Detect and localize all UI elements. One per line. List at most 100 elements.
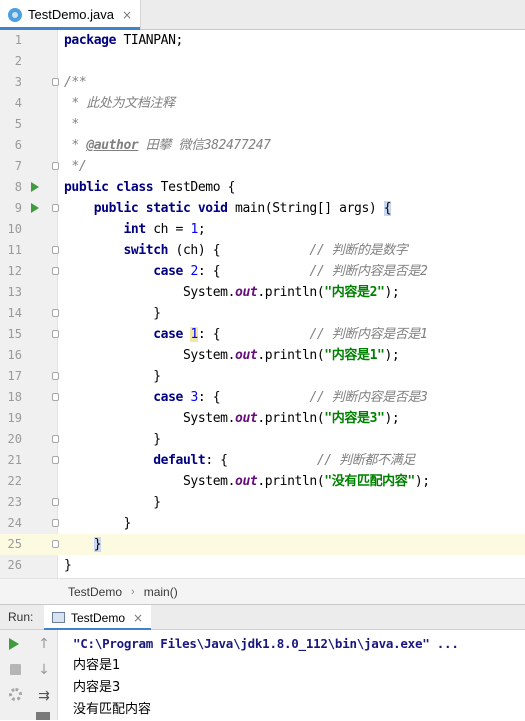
close-icon[interactable]: × (133, 611, 143, 625)
code-text: } (93, 537, 102, 552)
code-text: package TIANPAN; (64, 33, 183, 48)
line-number: 22 (7, 474, 22, 488)
rerun-icon[interactable] (9, 638, 19, 650)
breadcrumb-separator: › (131, 585, 135, 598)
line-number: 9 (14, 201, 22, 215)
code-text: System.out.println("没有匹配内容"); (64, 474, 430, 489)
breadcrumb-class[interactable]: TestDemo (68, 585, 122, 599)
code-text: } (64, 495, 161, 510)
line-number: 6 (14, 138, 22, 152)
console-line: 内容是3 (73, 680, 121, 695)
code-line[interactable]: 3 /** (0, 72, 525, 93)
line-number: 15 (7, 327, 22, 341)
soft-wrap-icon[interactable]: ⇉ (36, 688, 52, 704)
code-text: } (64, 306, 161, 321)
line-number: 19 (7, 411, 22, 425)
code-comment: // 判断都不满足 (316, 453, 415, 468)
code-line[interactable]: 15 case 1: { // 判断内容是否是1 (0, 324, 525, 345)
code-text: * 此处为文档注释 (64, 96, 175, 111)
line-number: 18 (7, 390, 22, 404)
code-line[interactable]: 23 } (0, 492, 525, 513)
console-line: 没有匹配内容 (73, 702, 152, 717)
line-number: 8 (14, 180, 22, 194)
code-text: System.out.println("内容是3"); (64, 411, 400, 426)
fold-icon[interactable] (52, 498, 59, 506)
fold-icon[interactable] (52, 519, 59, 527)
fold-icon[interactable] (52, 162, 59, 170)
code-line[interactable]: 24 } (0, 513, 525, 534)
code-comment: // 判断内容是否是2 (309, 264, 428, 279)
code-comment: // 判断内容是否是1 (309, 327, 428, 342)
code-line[interactable]: 22 System.out.println("没有匹配内容"); (0, 471, 525, 492)
code-text: case 2: { // 判断内容是否是2 (153, 264, 428, 279)
fold-icon[interactable] (52, 456, 59, 464)
code-line[interactable]: 19 System.out.println("内容是3"); (0, 408, 525, 429)
run-config-icon (52, 612, 65, 623)
code-comment: // 判断的是数字 (309, 243, 408, 258)
breadcrumb-method[interactable]: main() (144, 585, 178, 599)
close-icon[interactable]: × (122, 8, 132, 22)
scroll-down-icon[interactable]: ↓ (36, 662, 52, 678)
fold-icon[interactable] (52, 393, 59, 401)
line-number: 14 (7, 306, 22, 320)
line-number: 16 (7, 348, 22, 362)
code-text: } (64, 516, 131, 531)
code-line[interactable]: 20 } (0, 429, 525, 450)
run-tab-testdemo[interactable]: TestDemo × (44, 605, 152, 631)
run-panel-header: Run: TestDemo × (0, 604, 525, 631)
code-line[interactable]: 9 public static void main(String[] args)… (0, 198, 525, 219)
run-toolbar: ↑ ↓ ⇉ (0, 630, 58, 720)
code-line[interactable]: 5 * (0, 114, 525, 135)
code-text: } (64, 558, 72, 573)
code-line[interactable]: 17 } (0, 366, 525, 387)
editor-tab-bar: TestDemo.java × (0, 0, 525, 30)
javadoc-author-text: 田攀 微信382477247 (138, 138, 271, 153)
code-line[interactable]: 16 System.out.println("内容是1"); (0, 345, 525, 366)
fold-icon[interactable] (52, 540, 59, 548)
fold-icon[interactable] (52, 309, 59, 317)
code-line[interactable]: 14 } (0, 303, 525, 324)
code-line[interactable]: 1 package TIANPAN; (0, 30, 525, 51)
line-number: 3 (14, 75, 22, 89)
run-arrow-icon[interactable] (31, 182, 39, 192)
fold-icon[interactable] (52, 435, 59, 443)
settings-icon[interactable] (9, 688, 22, 701)
file-tab-testdemo[interactable]: TestDemo.java × (0, 0, 142, 30)
code-line[interactable]: 8 public class TestDemo { (0, 177, 525, 198)
line-number: 4 (14, 96, 22, 110)
fold-icon[interactable] (52, 204, 59, 212)
fold-icon[interactable] (52, 372, 59, 380)
code-line[interactable]: 26 } (0, 555, 525, 576)
code-editor[interactable]: 1 package TIANPAN; 2 3 /** 4 * 此处为文档注释 5… (0, 30, 525, 578)
code-line[interactable]: 10 int ch = 1; (0, 219, 525, 240)
code-line[interactable]: 2 (0, 51, 525, 72)
code-line-current[interactable]: 25 } (0, 534, 525, 555)
fold-icon[interactable] (52, 78, 59, 86)
line-number: 5 (14, 117, 22, 131)
stop-icon[interactable] (10, 664, 21, 675)
run-tab-label: TestDemo (71, 610, 126, 625)
code-line[interactable]: 12 case 2: { // 判断内容是否是2 (0, 261, 525, 282)
fold-icon[interactable] (52, 330, 59, 338)
fold-icon[interactable] (52, 267, 59, 275)
code-text: int ch = 1; (123, 222, 206, 237)
code-line[interactable]: 18 case 3: { // 判断内容是否是3 (0, 387, 525, 408)
code-text: System.out.println("内容是1"); (64, 348, 400, 363)
fold-icon[interactable] (52, 246, 59, 254)
print-icon[interactable] (36, 712, 50, 720)
code-line[interactable]: 4 * 此处为文档注释 (0, 93, 525, 114)
code-text: case 3: { // 判断内容是否是3 (153, 390, 428, 405)
run-arrow-icon[interactable] (31, 203, 39, 213)
code-text: default: { // 判断都不满足 (153, 453, 415, 468)
line-number: 17 (7, 369, 22, 383)
code-line[interactable]: 11 switch (ch) { // 判断的是数字 (0, 240, 525, 261)
console-output[interactable]: "C:\Program Files\Java\jdk1.8.0_112\bin\… (58, 630, 525, 720)
code-text: * @author 田攀 微信382477247 (64, 138, 271, 153)
line-number: 23 (7, 495, 22, 509)
code-line[interactable]: 21 default: { // 判断都不满足 (0, 450, 525, 471)
code-line[interactable]: 6 * @author 田攀 微信382477247 (0, 135, 525, 156)
code-line[interactable]: 7 */ (0, 156, 525, 177)
code-line[interactable]: 13 System.out.println("内容是2"); (0, 282, 525, 303)
scroll-up-icon[interactable]: ↑ (36, 636, 52, 652)
code-text: */ (64, 159, 87, 174)
